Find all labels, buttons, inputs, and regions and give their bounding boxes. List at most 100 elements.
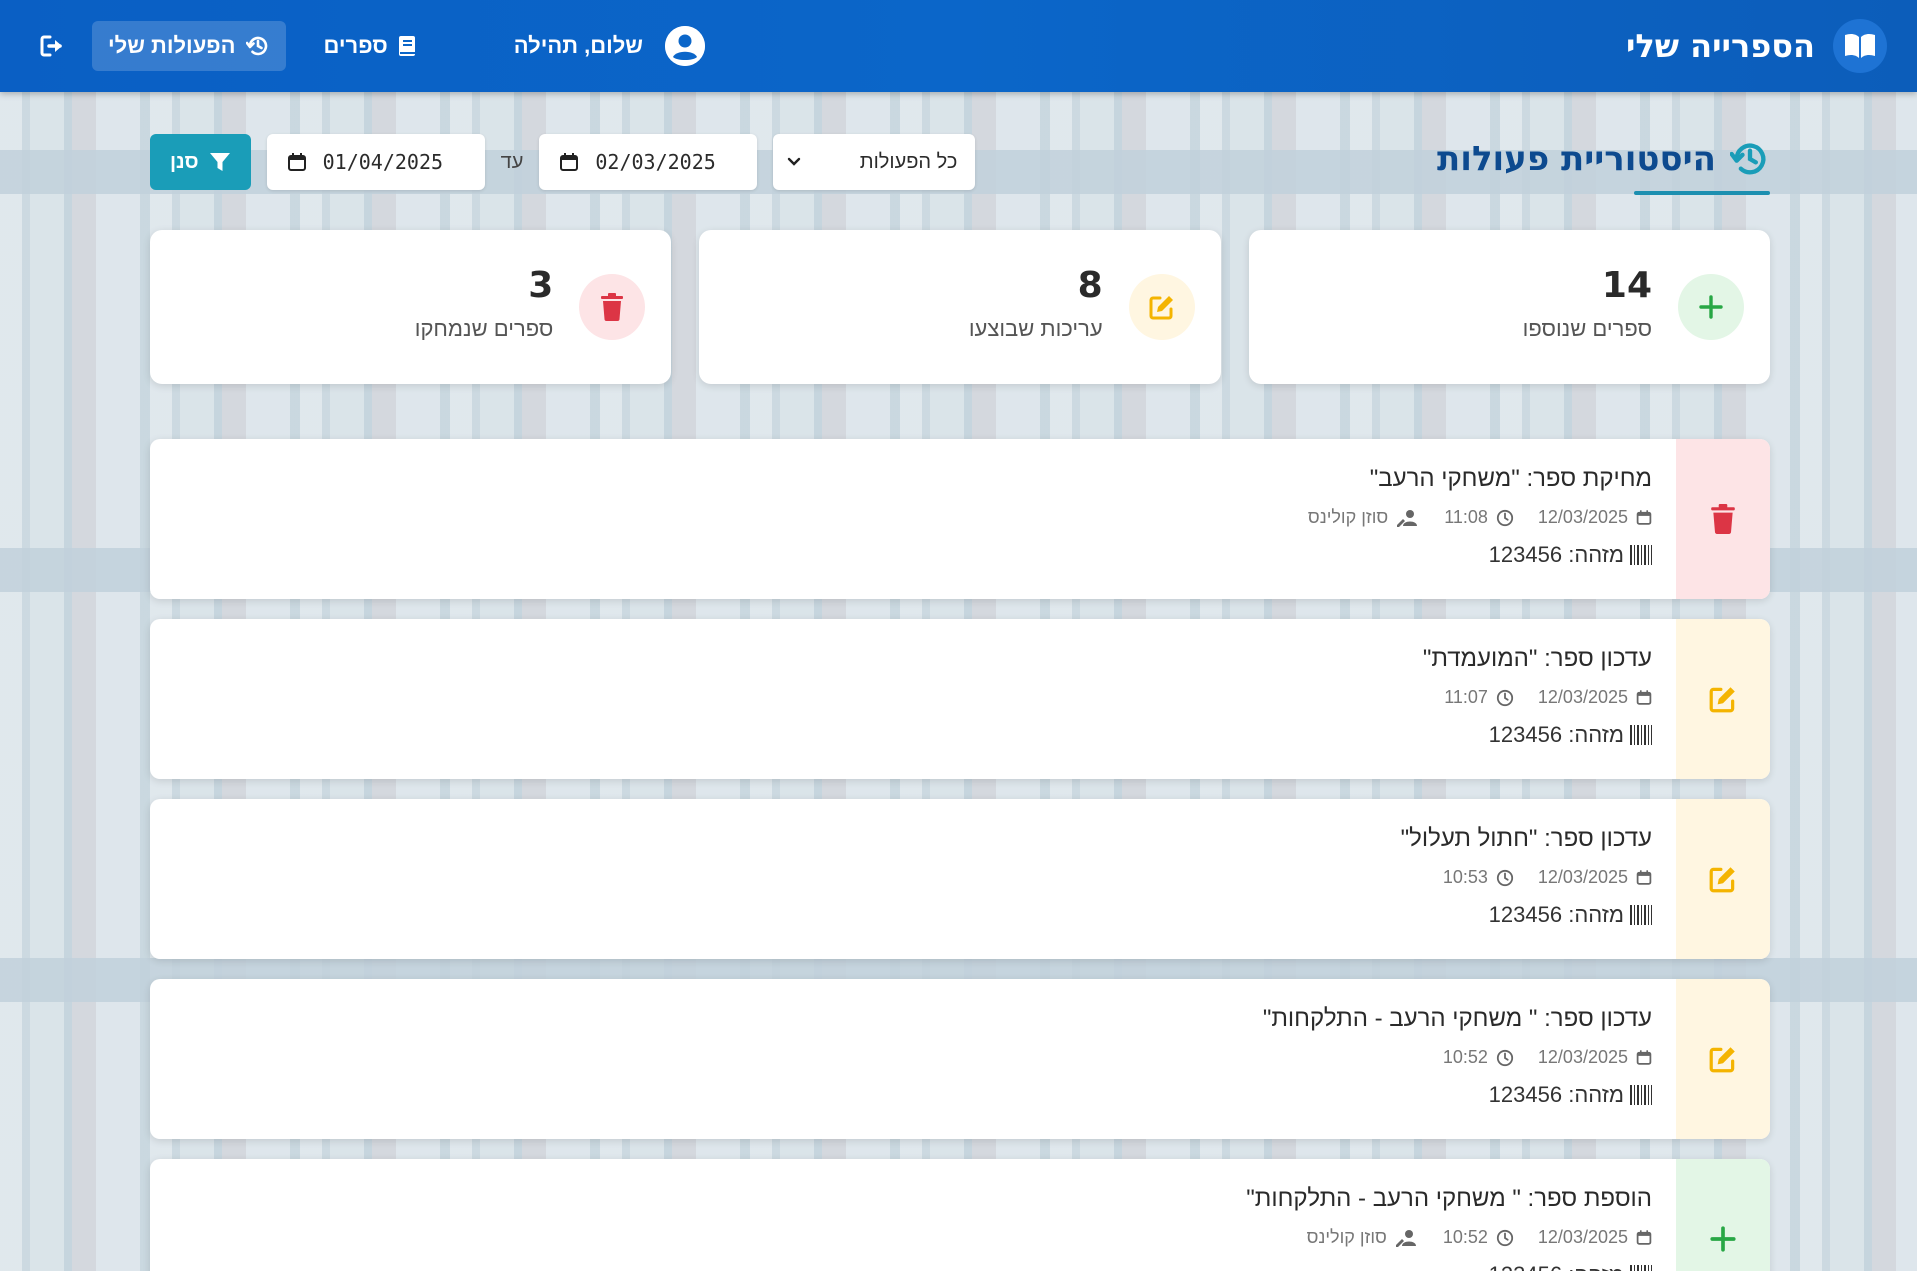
activity-date: 12/03/2025 [1538, 1227, 1652, 1248]
funnel-icon [209, 153, 230, 171]
filter-button-label: סנן [170, 150, 199, 173]
clock-icon [1496, 1049, 1514, 1066]
history-icon [1730, 143, 1766, 175]
activity-id: מזהה: 123456 [150, 1262, 1652, 1271]
activity-id-value: מזהה: 123456 [1488, 902, 1624, 927]
activity-title: עדכון ספר: "חתול תעלול" [1400, 825, 1652, 852]
activity-date-value: 12/03/2025 [1537, 687, 1628, 707]
activity-title: עדכון ספר: "המועמדת" [1422, 645, 1652, 672]
nav-books-label: ספרים [323, 33, 388, 58]
activity-date: 12/03/2025 [1538, 687, 1652, 708]
activity-id: מזהה: 123456 [150, 1082, 1652, 1108]
activity-item[interactable]: מחיקת ספר: "משחקי הרעב" 12/03/2025 11:08… [150, 439, 1770, 599]
activity-body: מחיקת ספר: "משחקי הרעב" 12/03/2025 11:08… [150, 439, 1676, 599]
stat-text: 14 ספרים שנוספו [1523, 265, 1652, 342]
activity-id-value: מזהה: 123456 [1488, 542, 1624, 567]
edit-icon [1128, 274, 1195, 340]
page-title-text: היסטוריית פעולות [1437, 139, 1716, 179]
until-label: עד [500, 150, 524, 173]
filters-bar: כל הפעולות 02/03/2025 עד 01/04/2025 סנן [150, 134, 976, 190]
book-icon [398, 36, 415, 56]
barcode-icon [1630, 905, 1652, 925]
barcode-icon [1630, 1085, 1652, 1105]
brand[interactable]: הספרייה שלי [1626, 19, 1887, 73]
stat-label: ספרים שנוספו [1522, 315, 1652, 341]
activity-body: עדכון ספר: "המועמדת" 12/03/2025 11:07 מז… [150, 619, 1676, 779]
activity-id: מזהה: 123456 [150, 722, 1652, 748]
edit-icon [1676, 799, 1770, 959]
user-pen-icon [1395, 1229, 1416, 1247]
action-type-select[interactable]: כל הפעולות [773, 134, 976, 190]
chevron-down-icon [788, 157, 801, 166]
activity-meta: 12/03/2025 11:07 [150, 687, 1652, 708]
activity-body: עדכון ספר: " משחקי הרעב - התלקחות" 12/03… [150, 979, 1676, 1139]
stat-label: ספרים שנמחקו [414, 315, 554, 341]
activity-body: הוספת ספר: " משחקי הרעב - התלקחות" 12/03… [150, 1159, 1676, 1271]
stat-label: עריכות שבוצעו [968, 315, 1103, 341]
activity-date: 12/03/2025 [1538, 1047, 1652, 1068]
barcode-icon [1630, 545, 1652, 565]
open-book-icon [1833, 19, 1887, 73]
activity-item[interactable]: הוספת ספר: " משחקי הרעב - התלקחות" 12/03… [150, 1159, 1770, 1271]
stat-card-added: 14 ספרים שנוספו [1248, 230, 1770, 384]
activity-id-value: מזהה: 123456 [1488, 722, 1624, 747]
date-to-input[interactable]: 01/04/2025 [266, 134, 485, 190]
nav-my-actions-link[interactable]: הפעולות שלי [92, 21, 286, 71]
history-icon [245, 36, 267, 56]
nav-books-link[interactable]: ספרים [308, 21, 432, 71]
activity-time: 10:52 [1443, 1047, 1514, 1068]
activity-id-value: מזהה: 123456 [1489, 1262, 1624, 1271]
filter-button[interactable]: סנן [150, 134, 251, 190]
activity-author: סוזן קולינס [1308, 507, 1420, 528]
edit-icon [1676, 979, 1770, 1139]
activity-time: 10:52 [1443, 1227, 1514, 1248]
plus-icon [1676, 1159, 1770, 1271]
activity-id: מזהה: 123456 [150, 902, 1652, 928]
date-to-value: 01/04/2025 [322, 150, 444, 174]
stat-card-deleted: 3 ספרים שנמחקו [150, 230, 672, 384]
activity-item[interactable]: עדכון ספר: "המועמדת" 12/03/2025 11:07 מז… [150, 619, 1770, 779]
calendar-icon [1636, 1050, 1652, 1065]
activity-meta: 12/03/2025 10:52 סוזן קולינס [150, 1227, 1652, 1248]
stat-value: 8 [1077, 264, 1103, 306]
stat-value: 3 [528, 264, 554, 306]
activity-title: הוספת ספר: " משחקי הרעב - התלקחות" [1246, 1185, 1652, 1212]
header-nav: שלום, תהילה ספרים הפעולות שלי [36, 21, 706, 71]
clock-icon [1496, 509, 1514, 526]
activity-time: 11:08 [1444, 507, 1514, 528]
activity-item[interactable]: עדכון ספר: " משחקי הרעב - התלקחות" 12/03… [150, 979, 1770, 1139]
activity-list: מחיקת ספר: "משחקי הרעב" 12/03/2025 11:08… [150, 439, 1770, 1271]
activity-meta: 12/03/2025 10:53 [150, 867, 1652, 888]
clock-icon [1496, 869, 1514, 886]
activity-date-value: 12/03/2025 [1537, 507, 1628, 527]
activity-time: 11:07 [1444, 687, 1514, 708]
main-content: היסטוריית פעולות כל הפעולות 02/03/2025 ע… [0, 92, 1917, 1271]
plus-icon [1678, 274, 1744, 340]
stat-card-edited: 8 עריכות שבוצעו [699, 230, 1221, 384]
activity-meta: 12/03/2025 10:52 [150, 1047, 1652, 1068]
user-greeting: שלום, תהילה [513, 33, 644, 58]
page-title: היסטוריית פעולות [1437, 139, 1770, 195]
activity-time: 10:53 [1443, 867, 1514, 888]
trash-icon [579, 274, 646, 340]
activity-id-value: מזהה: 123456 [1488, 1082, 1624, 1107]
logout-icon[interactable] [36, 29, 70, 63]
nav-my-actions-label: הפעולות שלי [108, 33, 236, 58]
edit-icon [1676, 619, 1770, 779]
activity-time-value: 10:52 [1442, 1047, 1488, 1067]
activity-author-value: סוזן קולינס [1307, 507, 1389, 527]
barcode-icon [1630, 725, 1652, 745]
activity-time-value: 11:08 [1444, 507, 1488, 527]
activity-date: 12/03/2025 [1538, 507, 1652, 528]
date-from-input[interactable]: 02/03/2025 [539, 134, 758, 190]
activity-item[interactable]: עדכון ספר: "חתול תעלול" 12/03/2025 10:53… [150, 799, 1770, 959]
activity-id: מזהה: 123456 [150, 542, 1652, 568]
calendar-icon [1636, 1230, 1652, 1245]
activity-date-value: 12/03/2025 [1537, 1047, 1628, 1067]
activity-author-value: סוזן קולינס [1306, 1227, 1387, 1247]
activity-date-value: 12/03/2025 [1537, 1227, 1628, 1247]
trash-icon [1676, 439, 1770, 599]
user-circle-icon[interactable] [665, 26, 706, 66]
clock-icon [1496, 689, 1514, 706]
top-navbar: הספרייה שלי שלום, תהילה ספרים הפעולות של… [0, 0, 1917, 92]
